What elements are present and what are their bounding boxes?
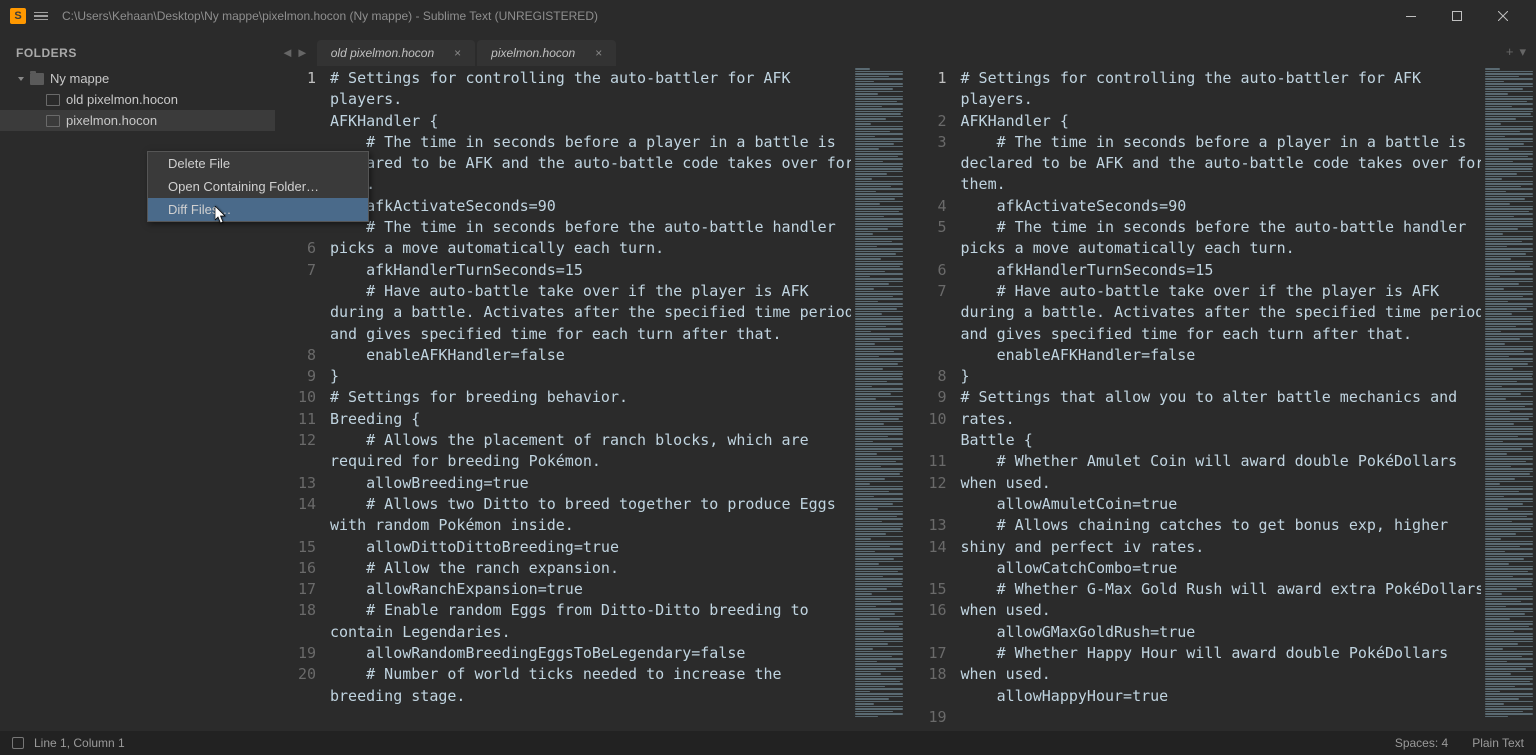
right-pane[interactable]: 1 23 45 67 8910 1112 1314 1516 1718 19 #… — [906, 66, 1536, 731]
title-bar: S C:\Users\Kehaan\Desktop\Ny mappe\pixel… — [0, 0, 1536, 32]
nav-back-icon[interactable]: ◄ — [281, 45, 294, 60]
code-area[interactable]: # Settings for controlling the auto-batt… — [330, 66, 906, 731]
maximize-button[interactable] — [1434, 0, 1480, 32]
folder-icon — [30, 73, 44, 85]
minimize-button[interactable] — [1388, 0, 1434, 32]
file-icon — [46, 115, 60, 127]
menu-icon[interactable] — [34, 12, 48, 21]
tab-old-pixelmon[interactable]: old pixelmon.hocon × — [317, 40, 475, 66]
nav-forward-icon[interactable]: ► — [296, 45, 309, 60]
status-bar: Line 1, Column 1 Spaces: 4 Plain Text — [0, 731, 1536, 755]
tab-menu-icon[interactable]: ▾ — [1519, 44, 1526, 60]
file-label: old pixelmon.hocon — [66, 92, 178, 107]
tab-label: pixelmon.hocon — [491, 46, 575, 60]
context-diff-files[interactable]: Diff Files… — [148, 198, 368, 221]
context-open-containing-folder[interactable]: Open Containing Folder… — [148, 175, 368, 198]
tab-bar: ◄ ► old pixelmon.hocon × pixelmon.hocon … — [275, 32, 1536, 66]
close-button[interactable] — [1480, 0, 1526, 32]
context-delete-file[interactable]: Delete File — [148, 152, 368, 175]
minimap[interactable] — [851, 66, 906, 731]
status-spaces[interactable]: Spaces: 4 — [1395, 736, 1448, 750]
sidebar: FOLDERS Ny mappe old pixelmon.hocon pixe… — [0, 32, 275, 731]
file-row[interactable]: old pixelmon.hocon — [0, 89, 275, 110]
code-area[interactable]: # Settings for controlling the auto-batt… — [961, 66, 1536, 731]
sidebar-header: FOLDERS — [0, 46, 275, 68]
window-title: C:\Users\Kehaan\Desktop\Ny mappe\pixelmo… — [62, 9, 1388, 23]
status-icon[interactable] — [12, 737, 24, 749]
new-tab-icon[interactable]: + — [1506, 44, 1514, 60]
app-icon: S — [10, 8, 26, 24]
left-pane[interactable]: 1 4 67 89101112 1314 15161718 1920 # Set… — [275, 66, 906, 731]
file-icon — [46, 94, 60, 106]
folder-row[interactable]: Ny mappe — [0, 68, 275, 89]
cursor-icon — [215, 206, 227, 224]
file-row-selected[interactable]: pixelmon.hocon — [0, 110, 275, 131]
tab-pixelmon[interactable]: pixelmon.hocon × — [477, 40, 616, 66]
tab-label: old pixelmon.hocon — [331, 46, 434, 60]
file-label: pixelmon.hocon — [66, 113, 157, 128]
tab-close-icon[interactable]: × — [454, 46, 461, 60]
minimap[interactable] — [1481, 66, 1536, 731]
folder-label: Ny mappe — [50, 71, 109, 86]
gutter: 1 23 45 67 8910 1112 1314 1516 1718 19 — [906, 66, 961, 731]
context-menu: Delete File Open Containing Folder… Diff… — [147, 151, 369, 222]
status-position[interactable]: Line 1, Column 1 — [34, 736, 125, 750]
chevron-down-icon[interactable] — [16, 74, 26, 84]
editor-area: ◄ ► old pixelmon.hocon × pixelmon.hocon … — [275, 32, 1536, 731]
status-syntax[interactable]: Plain Text — [1472, 736, 1524, 750]
tab-close-icon[interactable]: × — [595, 46, 602, 60]
